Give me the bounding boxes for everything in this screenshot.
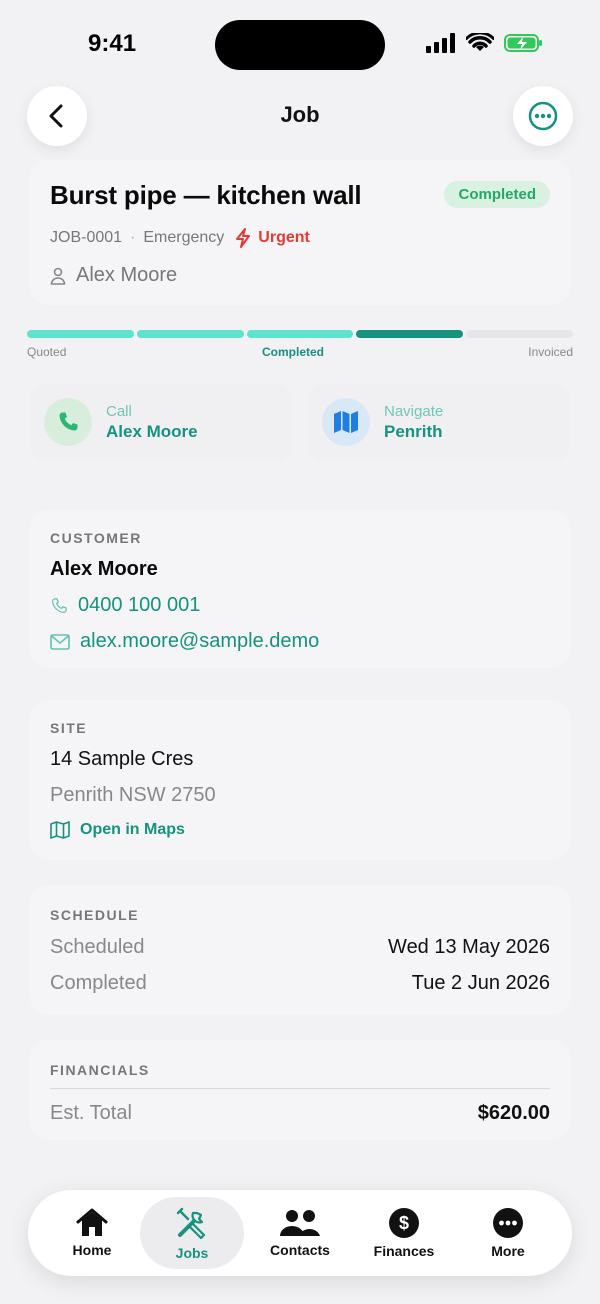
envelope-icon xyxy=(50,633,70,650)
people-icon xyxy=(280,1210,320,1236)
dollar-circle-icon: $ xyxy=(389,1208,419,1238)
house-icon xyxy=(76,1208,108,1236)
progress-segment xyxy=(246,330,354,338)
ellipsis-circle-icon xyxy=(493,1208,523,1238)
status-time: 9:41 xyxy=(88,30,137,57)
completed-value: Tue 2 Jun 2026 xyxy=(411,972,550,994)
financials-row-est-total: Est. Total $620.00 xyxy=(50,1102,550,1125)
customer-name: Alex Moore xyxy=(50,558,158,580)
progress-label-end: Invoiced xyxy=(528,345,573,359)
priority-label: Urgent xyxy=(258,229,310,246)
tab-jobs-label: Jobs xyxy=(175,1245,209,1261)
status-icons xyxy=(426,33,544,53)
tab-more-label: More xyxy=(491,1243,525,1259)
cellular-signal-icon xyxy=(426,33,455,53)
job-progress-bar xyxy=(27,330,573,338)
financials-divider xyxy=(50,1088,550,1089)
financials-card: FINANCIALS Est. Total $620.00 xyxy=(30,1040,570,1140)
progress-segment-current xyxy=(356,330,464,338)
meta-separator: · xyxy=(130,229,136,246)
scheduled-value: Wed 13 May 2026 xyxy=(388,936,550,958)
tab-contacts[interactable]: Contacts xyxy=(248,1190,352,1276)
job-header-card: Burst pipe — kitchen wall Completed JOB-… xyxy=(30,160,570,305)
progress-label-start: Quoted xyxy=(27,345,67,359)
job-id: JOB-0001 xyxy=(50,229,123,246)
tab-finances-label: Finances xyxy=(373,1243,435,1259)
phone-icon xyxy=(52,597,67,613)
job-title: Burst pipe — kitchen wall xyxy=(50,180,362,210)
job-type: Emergency xyxy=(143,229,225,246)
dynamic-island xyxy=(215,20,385,70)
progress-segment xyxy=(466,330,573,338)
progress-segment xyxy=(136,330,244,338)
customer-email[interactable]: alex.moore@sample.demo xyxy=(80,630,319,653)
site-street: 14 Sample Cres xyxy=(50,748,194,770)
open-in-maps-link[interactable]: Open in Maps xyxy=(50,821,550,839)
call-label: Call xyxy=(106,402,132,420)
tools-icon xyxy=(176,1207,206,1240)
phone-icon xyxy=(59,412,78,431)
schedule-card: SCHEDULE Scheduled Wed 13 May 2026 Compl… xyxy=(30,885,570,1015)
customer-section-label: CUSTOMER xyxy=(50,530,142,546)
progress-segment xyxy=(27,330,134,338)
map-outline-icon xyxy=(50,821,70,839)
progress-label-current: Completed xyxy=(262,345,325,359)
tab-contacts-label: Contacts xyxy=(270,1242,330,1258)
assignee-name: Alex Moore xyxy=(76,264,178,286)
status-badge: Completed xyxy=(444,181,550,208)
open-in-maps-label[interactable]: Open in Maps xyxy=(80,821,185,839)
navigate-value: Penrith xyxy=(384,421,443,441)
svg-text:$: $ xyxy=(399,1213,409,1233)
person-icon xyxy=(50,267,66,285)
call-value: Alex Moore xyxy=(106,421,198,441)
completed-label: Completed xyxy=(50,972,147,994)
assignee-row: Alex Moore xyxy=(50,264,177,287)
tab-finances[interactable]: $ Finances xyxy=(352,1190,456,1276)
map-icon xyxy=(334,411,358,433)
status-bar: 9:41 xyxy=(0,0,600,90)
customer-card: CUSTOMER Alex Moore 0400 100 001 alex.mo… xyxy=(30,510,570,668)
tab-home[interactable]: Home xyxy=(40,1190,144,1276)
customer-email-link[interactable]: alex.moore@sample.demo xyxy=(50,630,550,653)
schedule-row-scheduled: Scheduled Wed 13 May 2026 xyxy=(50,936,550,959)
navigate-label: Navigate xyxy=(384,402,444,420)
customer-phone-link[interactable]: 0400 100 001 xyxy=(50,594,550,617)
schedule-row-completed: Completed Tue 2 Jun 2026 xyxy=(50,972,550,995)
job-meta-row: JOB-0001 · Emergency Urgent xyxy=(50,228,310,248)
navigate-icon-circle xyxy=(322,398,370,446)
schedule-section-label: SCHEDULE xyxy=(50,907,140,923)
tab-home-label: Home xyxy=(72,1242,112,1258)
site-section-label: SITE xyxy=(50,720,88,736)
est-total-label: Est. Total xyxy=(50,1102,132,1124)
page-title: Job xyxy=(280,102,320,127)
customer-phone[interactable]: 0400 100 001 xyxy=(78,594,200,617)
ellipsis-circle-icon xyxy=(528,101,558,131)
lightning-icon xyxy=(236,228,251,248)
site-card: SITE 14 Sample Cres Penrith NSW 2750 Ope… xyxy=(30,700,570,860)
call-button[interactable]: Call Alex Moore xyxy=(30,383,292,461)
wifi-icon xyxy=(466,33,494,51)
battery-charging-icon xyxy=(504,34,542,52)
call-icon-circle xyxy=(44,398,92,446)
site-suburb: Penrith NSW 2750 xyxy=(50,784,216,806)
tab-bar: Home Jobs Contacts $ Finances More xyxy=(28,1190,572,1276)
navigate-button[interactable]: Navigate Penrith xyxy=(308,383,570,461)
financials-section-label: FINANCIALS xyxy=(50,1062,150,1078)
tab-more[interactable]: More xyxy=(456,1190,560,1276)
est-total-value: $620.00 xyxy=(477,1102,550,1124)
scheduled-label: Scheduled xyxy=(50,936,145,958)
tab-jobs[interactable]: Jobs xyxy=(140,1197,244,1269)
more-options-button[interactable] xyxy=(513,86,573,146)
